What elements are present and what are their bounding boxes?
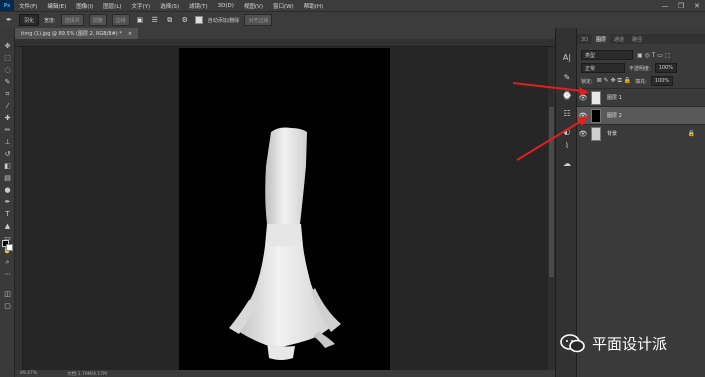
layers-panel: 3D 图层 通道 路径 类型 ▣ ◎ T ▭ ⬚ 正常 不透明度: 100% 锁… xyxy=(577,28,705,377)
menu-3d[interactable]: 3D(D) xyxy=(213,3,239,9)
edge-button[interactable]: 边缘 xyxy=(111,14,130,26)
tools-panel: ✥ ⬚ ◌ ✎ ⌗ ⁄ ✚ ✏ ⊥ ↺ ◧ ▤ ● ✒ T ▲ ▭ ✋ ⌕ ⋯ … xyxy=(0,28,15,377)
mode-select[interactable]: 羽化 xyxy=(19,14,40,26)
menu-file[interactable]: 文件(F) xyxy=(14,2,42,10)
lasso-tool-icon[interactable]: ◌ xyxy=(2,66,13,75)
tab-channels[interactable]: 通道 xyxy=(610,35,628,44)
auto-add-label: 自动添加/删除 xyxy=(207,17,240,24)
more-tools-icon[interactable]: ⋯ xyxy=(2,270,13,279)
restore-button[interactable]: ❐ xyxy=(673,0,689,11)
menu-bar: Ps 文件(F) 编辑(E) 图像(I) 图层(L) 文字(Y) 选择(S) 滤… xyxy=(0,0,705,11)
close-window-button[interactable]: ✕ xyxy=(689,0,705,11)
layer-name: 图层 2 xyxy=(607,113,622,119)
quick-mask-icon[interactable]: ◫ xyxy=(2,290,13,299)
menu-filter[interactable]: 滤镜(T) xyxy=(184,2,213,10)
menu-image[interactable]: 图像(I) xyxy=(71,2,98,10)
dodge-tool-icon[interactable]: ● xyxy=(2,186,13,195)
healing-brush-icon[interactable]: ✚ xyxy=(2,114,13,123)
screen-mode-icon[interactable]: ▢ xyxy=(2,302,13,311)
quick-select-tool-icon[interactable]: ✎ xyxy=(2,78,13,87)
menu-layer[interactable]: 图层(L) xyxy=(98,2,126,10)
document-tab-bar: timg (1).jpg @ 89.5% (图层 2, RGB/8#) * × xyxy=(15,28,555,39)
panel-tabs: 3D 图层 通道 路径 xyxy=(577,34,705,44)
gear-icon[interactable]: ⚙ xyxy=(180,15,190,25)
blend-opacity-row: 正常 不透明度: 100% xyxy=(577,63,705,73)
watermark-text: 平面设计派 xyxy=(592,334,668,353)
vertical-ruler xyxy=(15,47,23,370)
lock-icon: 🔒 xyxy=(687,130,695,137)
tab-layers[interactable]: 图层 xyxy=(592,35,611,44)
layer-kind-filter[interactable]: 类型 xyxy=(581,50,633,60)
lock-icons[interactable]: ⊠ ✎ ✥ ⧉ 🔒 xyxy=(597,77,631,85)
menu-view[interactable]: 视图(V) xyxy=(239,2,268,10)
type-tool-icon[interactable]: T xyxy=(2,210,13,219)
canvas-area[interactable] xyxy=(23,47,548,370)
tab-3d[interactable]: 3D xyxy=(577,35,592,44)
width-label: 宽度: xyxy=(44,17,56,24)
path-select-tool-icon[interactable]: ▲ xyxy=(2,222,13,231)
brush-tool-icon[interactable]: ✏ xyxy=(2,126,13,135)
photoshop-logo: Ps xyxy=(0,0,14,11)
status-bar: 89.47% 文档:1.79M/4.17M xyxy=(15,370,555,377)
wechat-logo-icon xyxy=(560,334,585,353)
path-arrange-icon[interactable]: ⧉ xyxy=(165,15,175,25)
adjust-button[interactable]: 调整 xyxy=(88,14,107,26)
history-brush-icon[interactable]: ↺ xyxy=(2,150,13,159)
minimize-button[interactable]: — xyxy=(657,0,673,11)
menu-edit[interactable]: 编辑(E) xyxy=(42,2,71,10)
document-size-info[interactable]: 文档:1.79M/4.17M xyxy=(67,371,107,377)
annotation-arrows xyxy=(512,82,589,161)
stamp-tool-icon[interactable]: ⊥ xyxy=(2,138,13,147)
menu-window[interactable]: 窗口(W) xyxy=(268,2,299,10)
tab-paths[interactable]: 路径 xyxy=(628,35,646,44)
background-color-swatch[interactable] xyxy=(6,244,13,251)
dress-image xyxy=(229,127,341,360)
options-bar: ✒ 羽化 宽度: 选择并 调整 边缘 ▣ ☰ ⧉ ⚙ 自动添加/删除 对齐边缘 xyxy=(0,11,705,28)
horizontal-ruler xyxy=(15,39,555,47)
menu-type[interactable]: 文字(Y) xyxy=(127,2,156,10)
zoom-tool-icon[interactable]: ⌕ xyxy=(2,258,13,267)
layer-row[interactable]: 👁 图层 1 xyxy=(577,88,705,106)
pen-tool-icon[interactable]: ✒ xyxy=(4,15,14,25)
layer-name: 图层 1 xyxy=(607,95,622,101)
gradient-tool-icon[interactable]: ▤ xyxy=(2,174,13,183)
document-canvas[interactable] xyxy=(179,48,390,370)
path-operations-icon[interactable]: ▣ xyxy=(135,15,145,25)
opacity-label: 不透明度: xyxy=(629,65,651,72)
opacity-value[interactable]: 100% xyxy=(654,63,677,73)
crop-tool-icon[interactable]: ⌗ xyxy=(2,90,13,99)
watermark: 平面设计派 xyxy=(560,330,700,356)
lock-fill-row: 锁定: ⊠ ✎ ✥ ⧉ 🔒 填充: 100% xyxy=(577,76,705,86)
select-button[interactable]: 选择并 xyxy=(60,14,84,26)
layer-filter-row: 类型 ▣ ◎ T ▭ ⬚ xyxy=(577,50,705,60)
eyedropper-tool-icon[interactable]: ⁄ xyxy=(2,102,13,111)
document-tab[interactable]: timg (1).jpg @ 89.5% (图层 2, RGB/8#) * × xyxy=(15,28,139,39)
document-tab-title: timg (1).jpg @ 89.5% (图层 2, RGB/8#) * xyxy=(21,31,122,37)
close-tab-icon[interactable]: × xyxy=(128,31,132,37)
menu-help[interactable]: 帮助(H) xyxy=(299,2,328,10)
align-edges-button[interactable]: 对齐边缘 xyxy=(244,14,273,26)
fill-label: 填充: xyxy=(635,78,647,85)
filter-icons[interactable]: ▣ ◎ T ▭ ⬚ xyxy=(637,52,671,59)
fill-value[interactable]: 100% xyxy=(650,76,674,86)
character-panel-icon[interactable]: A| xyxy=(561,52,573,62)
layer-name: 背景 xyxy=(607,131,618,137)
layer-row[interactable]: 👁 图层 2 xyxy=(577,106,705,124)
path-alignment-icon[interactable]: ☰ xyxy=(150,15,160,25)
eraser-tool-icon[interactable]: ◧ xyxy=(2,162,13,171)
menu-select[interactable]: 选择(S) xyxy=(155,2,184,10)
zoom-level[interactable]: 89.47% xyxy=(20,371,37,376)
auto-add-checkbox[interactable] xyxy=(194,16,203,24)
layer-row[interactable]: 👁 背景 🔒 xyxy=(577,124,705,142)
pen-tool-icon[interactable]: ✒ xyxy=(2,198,13,207)
marquee-tool-icon[interactable]: ⬚ xyxy=(2,54,13,63)
move-tool-icon[interactable]: ✥ xyxy=(2,42,13,51)
